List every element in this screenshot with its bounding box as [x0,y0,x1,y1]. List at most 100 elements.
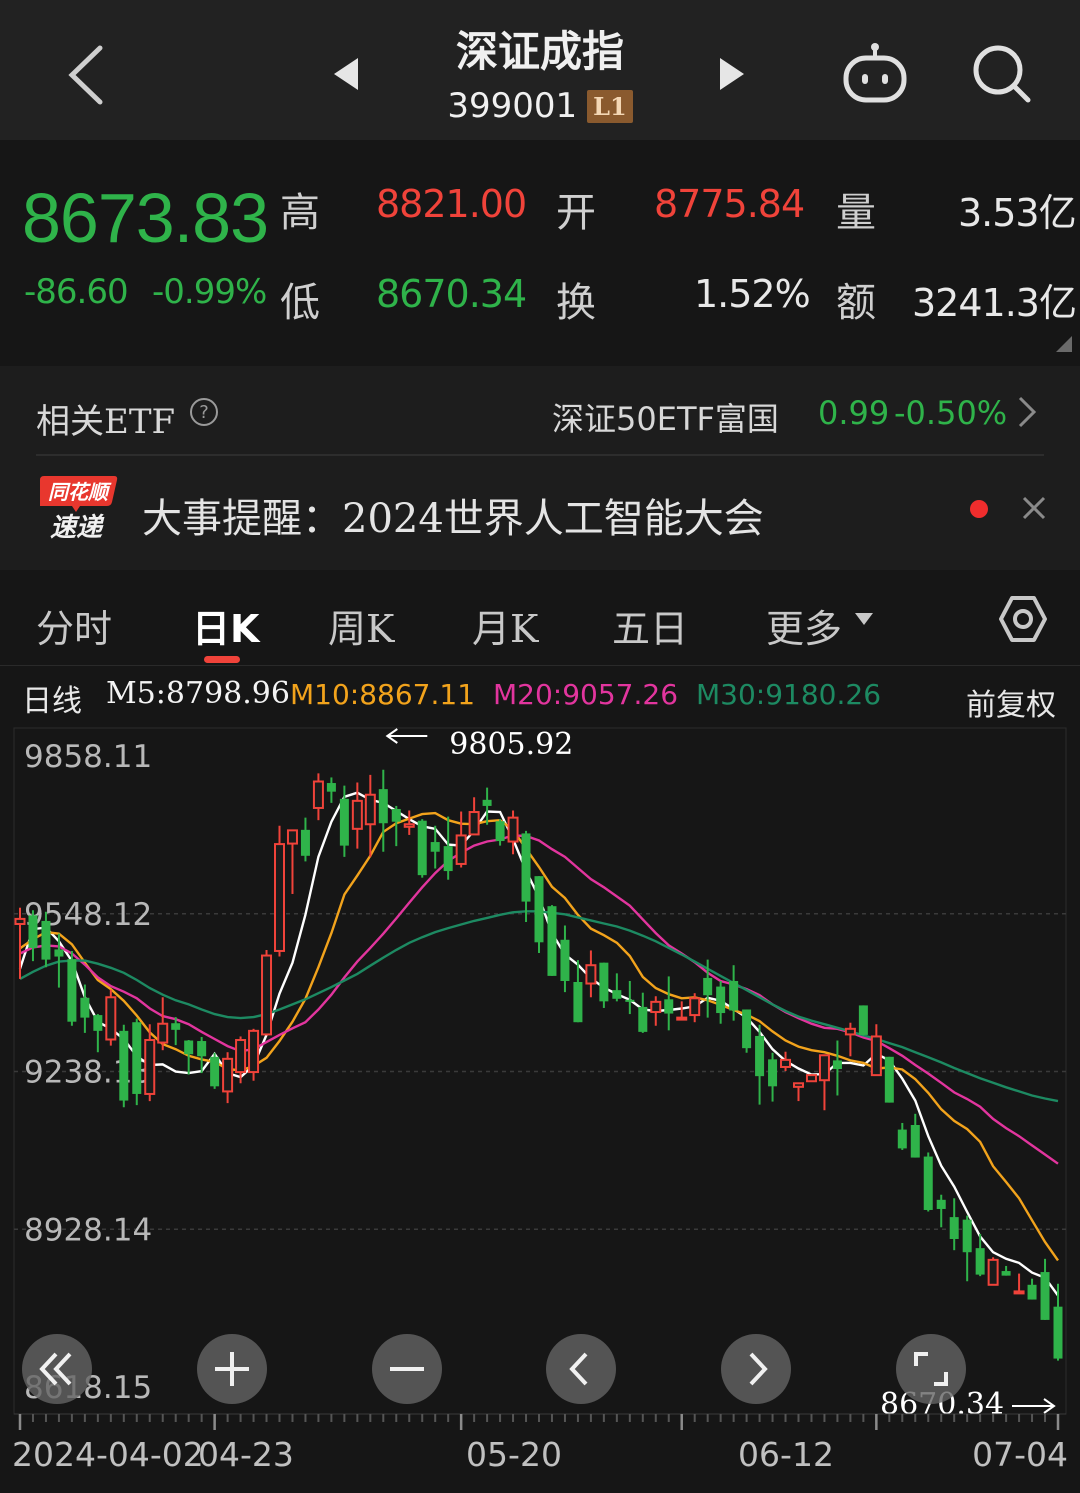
candle-body [1027,1284,1037,1300]
close-icon[interactable] [1020,494,1048,522]
tab-more[interactable]: 更多 [766,598,842,653]
tab-daily-k[interactable]: 日K [192,598,259,653]
fullscreen-icon [914,1352,948,1386]
candle-body [664,999,674,1014]
ma30-value: M30:9180.26 [696,678,882,711]
candle-body [962,1219,972,1253]
scroll-left-button[interactable] [546,1334,616,1404]
tab-monthly-k[interactable]: 月K [472,598,538,653]
candle-body [144,1039,156,1095]
candle-body [768,1059,778,1087]
previous-stock-icon[interactable] [330,56,362,92]
chevron-right-icon[interactable] [1014,394,1040,430]
price-change: -86.60 [24,272,129,312]
turnover-label: 换 [556,280,596,326]
candle-body [274,843,285,952]
double-chevron-left-icon [39,1352,72,1386]
low-value: 8670.34 [376,272,527,316]
help-icon[interactable]: ? [188,396,220,428]
candle-body [430,842,440,852]
kline-chart[interactable]: 9858.11 9548.12 9238.13 8928.14 8618.15 9805.… [0,724,1080,1493]
candle-body [80,997,90,1018]
unread-dot [970,500,988,518]
candle-body [482,799,492,806]
ma10-value: M10:8867.11 [290,678,476,711]
zoom-in-button[interactable] [197,1334,267,1404]
level-badge[interactable]: L1 [587,89,633,123]
expand-corner-icon[interactable] [1056,336,1072,352]
candle-body [14,917,26,925]
plus-icon [215,1352,249,1386]
candle-body [351,799,363,830]
robot-assistant-icon[interactable] [840,42,910,106]
candle-body [495,821,505,842]
high-value: 8821.00 [376,182,527,226]
y-axis-label: 8928.14 [24,1212,152,1248]
candle-body [157,1022,169,1044]
candle-body [793,1082,804,1088]
x-axis-label: 04-23 [198,1435,294,1474]
scroll-to-start-button[interactable] [22,1334,92,1404]
next-stock-icon[interactable] [716,56,748,92]
volume-value: 3.53亿 [958,191,1077,235]
fullscreen-button[interactable] [896,1334,966,1404]
candle-body [197,1041,207,1057]
price-change-pct: -0.99% [152,272,267,312]
scroll-right-button[interactable] [721,1334,791,1404]
ma5-value: M5:8798.96 [106,676,290,711]
candle-body [507,816,519,843]
turnover-value: 1.52% [694,272,811,316]
candle-body [884,1056,894,1103]
candle-body [844,1027,856,1036]
candle-body [599,962,609,1002]
candle-body [625,999,635,1002]
candle-body [936,1199,946,1209]
candle-body [326,783,336,792]
candle-body [119,1030,129,1101]
news-headline[interactable]: 大事提醒：2024世界人工智能大会 [142,486,764,544]
tab-intraday[interactable]: 分时 [36,598,112,653]
candle-body [949,1217,959,1239]
settings-hexagon-icon[interactable] [998,594,1048,644]
ma20-value: M20:9057.26 [493,678,679,711]
candle-body [378,789,388,824]
candle-body [222,1057,234,1093]
candle-body [547,906,557,976]
candle-body [105,996,117,1041]
amount-value: 3241.3亿 [912,281,1077,325]
caret-down-icon[interactable] [854,612,874,626]
candle-body [573,982,583,1023]
candle-body [832,1060,842,1070]
x-axis-label: 05-20 [466,1435,562,1474]
logo-bottom-text: 速递 [50,513,105,543]
tab-weekly-k[interactable]: 周K [328,598,394,653]
x-axis-label: 06-12 [738,1435,834,1474]
candle-body [93,1015,103,1031]
chevron-right-icon [749,1352,768,1386]
index-code: 399001 [447,86,578,126]
amount-label: 额 [836,280,876,326]
candle-body [818,1054,830,1082]
candle-body [286,829,298,845]
chart-frame [13,727,1067,1415]
current-price: 8673.83 [22,179,269,257]
candle-body [28,915,38,948]
candle-body [1040,1272,1050,1320]
candle-body [638,1006,648,1032]
top-bar: 深证成指 399001 L1 [0,0,1080,140]
back-arrow-icon[interactable] [58,40,118,110]
tab-five-day[interactable]: 五日 [612,598,688,653]
y-axis-label: 9858.11 [24,739,152,775]
candle-body [171,1023,181,1030]
etf-name[interactable]: 深证50ETF富国 [552,394,779,440]
search-icon[interactable] [968,40,1034,106]
candle-body [897,1129,907,1149]
candle-body [41,920,51,960]
zoom-out-button[interactable] [372,1334,442,1404]
candle-body [703,977,713,996]
adjust-mode[interactable]: 前复权 [966,680,1056,724]
etf-section: 相关ETF ? 深证50ETF富国 0.99 -0.50% 同花顺 速递 大事提… [0,366,1080,570]
index-title: 深证成指 [455,27,624,76]
candle-body [261,954,273,1036]
candle-body [132,1022,142,1094]
